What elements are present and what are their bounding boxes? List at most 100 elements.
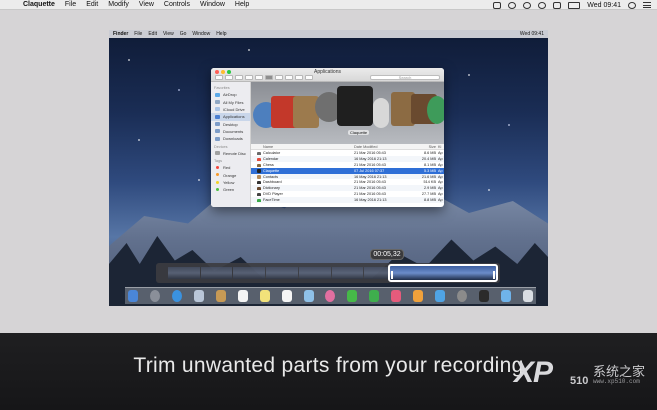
- all-files-icon: [215, 99, 220, 104]
- inner-menubar: Finder File Edit View Go Window Help Wed…: [109, 30, 548, 38]
- apple-menu-icon[interactable]: [6, 0, 14, 9]
- menu-app-name[interactable]: Claquette: [23, 0, 55, 10]
- menubar: Claquette File Edit Modify View Controls…: [0, 0, 657, 10]
- claquette-icon: [257, 169, 261, 173]
- inner-menu-app-name: Finder: [113, 31, 129, 37]
- contacts-icon: [257, 175, 261, 179]
- airdrop-icon: [215, 92, 220, 97]
- battery-icon[interactable]: [568, 1, 581, 9]
- watermark-brand: XP: [514, 356, 553, 389]
- sidebar-item-all-my-files: All My Files: [211, 98, 250, 105]
- sidebar-item-label: All My Files: [223, 99, 244, 105]
- file-kind: Ap: [438, 186, 443, 191]
- maps-dock-icon: [303, 290, 314, 302]
- menu-view[interactable]: View: [139, 0, 154, 10]
- sidebar-item-desktop: Desktop: [211, 121, 250, 128]
- sidebar-item-label: Red: [223, 165, 231, 171]
- notification-center-icon[interactable]: [643, 2, 651, 8]
- sidebar-item-airdrop: AirDrop: [211, 91, 250, 98]
- sidebar-item-documents: Documents: [211, 128, 250, 135]
- file-date: 16 May 2016 21:13: [354, 174, 387, 179]
- trim-timeline[interactable]: [156, 263, 500, 283]
- arrange-icon: [275, 75, 283, 80]
- trash-dock-icon: [522, 290, 533, 302]
- inner-menu-go: Go: [179, 31, 187, 37]
- safari-dock-icon: [171, 290, 182, 302]
- menu-edit[interactable]: Edit: [86, 0, 98, 10]
- chess-icon: [257, 163, 261, 167]
- trim-start-handle[interactable]: [391, 271, 393, 279]
- yellow-tag-icon: [216, 180, 219, 184]
- sidebar-tag-green: Green: [211, 186, 250, 193]
- icon-view-icon: [235, 75, 243, 80]
- screen-record-icon[interactable]: [493, 1, 502, 9]
- column-date-modified: Date Modified: [354, 144, 378, 149]
- spotlight-search-icon[interactable]: [628, 1, 636, 9]
- time-machine-icon[interactable]: [508, 1, 517, 9]
- file-size: 20.4 MB: [421, 156, 436, 161]
- file-name: Dashboard: [263, 180, 282, 185]
- tags-icon: [305, 75, 313, 80]
- sidebar-heading-favorites: Favorites: [214, 86, 230, 90]
- file-date: 21 Mar 2016 05:43: [354, 150, 386, 155]
- trim-end-handle[interactable]: [493, 271, 495, 279]
- file-kind: Ap: [438, 174, 443, 179]
- sidebar-item-applications: Applications: [211, 113, 250, 121]
- launchpad-dock-icon: [149, 290, 160, 302]
- facetime-icon: [257, 198, 261, 203]
- column-size: Size: [428, 144, 436, 149]
- desktop-icon: [215, 122, 220, 126]
- bluetooth-icon[interactable]: [523, 1, 532, 9]
- menu-help[interactable]: Help: [235, 0, 249, 10]
- sidebar-item-downloads: Downloads: [211, 135, 250, 142]
- menu-file[interactable]: File: [65, 0, 76, 10]
- frame-thumbnail: [331, 267, 364, 279]
- wifi-icon[interactable]: [538, 1, 547, 9]
- messages-dock-icon: [347, 290, 358, 302]
- file-name: FaceTime: [263, 198, 280, 203]
- sidebar-item-label: Green: [223, 187, 235, 193]
- finder-search-field: Search: [370, 75, 440, 80]
- file-kind: Ap: [438, 168, 443, 173]
- menu-modify[interactable]: Modify: [108, 0, 129, 10]
- dictionary-icon: [257, 187, 261, 191]
- downloads-icon: [215, 136, 220, 141]
- finder-titlebar: Applications Search: [211, 68, 444, 82]
- file-kind: Ap: [438, 180, 443, 185]
- file-date: 21 Mar 2016 05:43: [354, 192, 386, 197]
- finder-content: Claquette Name Date Modified Size Ki Cal…: [251, 82, 444, 207]
- finder-dock-icon: [128, 290, 138, 302]
- menu-controls[interactable]: Controls: [164, 0, 190, 10]
- file-size: 27.7 MB: [421, 192, 436, 197]
- trim-time-readout: 00:05,32: [370, 249, 404, 260]
- trim-selection[interactable]: [388, 264, 498, 282]
- app-cover-icon: [427, 96, 444, 124]
- file-date: 16 May 2016 21:13: [354, 156, 387, 161]
- applications-icon: [215, 114, 220, 119]
- sidebar-item-icloud-drive: iCloud Drive: [211, 106, 250, 113]
- list-view-icon: [245, 75, 253, 80]
- photos-dock-icon: [325, 290, 336, 302]
- file-date: 21 Mar 2016 05:43: [354, 180, 386, 185]
- file-name: Dictionary: [263, 186, 280, 191]
- cover-flow-icon: [265, 75, 273, 80]
- sidebar-item-label: Orange: [223, 172, 237, 178]
- frame-thumbnail: [168, 267, 200, 279]
- menu-window[interactable]: Window: [200, 0, 225, 10]
- volume-icon[interactable]: [553, 1, 562, 9]
- menubar-clock[interactable]: Wed 09:41: [587, 2, 621, 9]
- sidebar-item-label: Documents: [223, 129, 244, 135]
- file-kind: Ap: [438, 150, 443, 155]
- inner-menu-file: File: [134, 31, 143, 37]
- inner-menu-edit: Edit: [148, 31, 157, 37]
- mail-dock-icon: [193, 290, 204, 302]
- finder-sidebar: Favorites AirDrop All My Files iCloud Dr…: [211, 82, 251, 207]
- action-gear-icon: [285, 75, 293, 80]
- file-name: Calendar: [263, 156, 279, 161]
- sidebar-item-label: AirDrop: [223, 92, 237, 98]
- file-kind: Ap: [438, 162, 443, 167]
- sidebar-item-label: iCloud Drive: [223, 106, 245, 112]
- calendar-icon: [257, 157, 261, 161]
- file-name: Claquette: [263, 168, 280, 173]
- file-date: 16 May 2016 21:13: [354, 198, 387, 203]
